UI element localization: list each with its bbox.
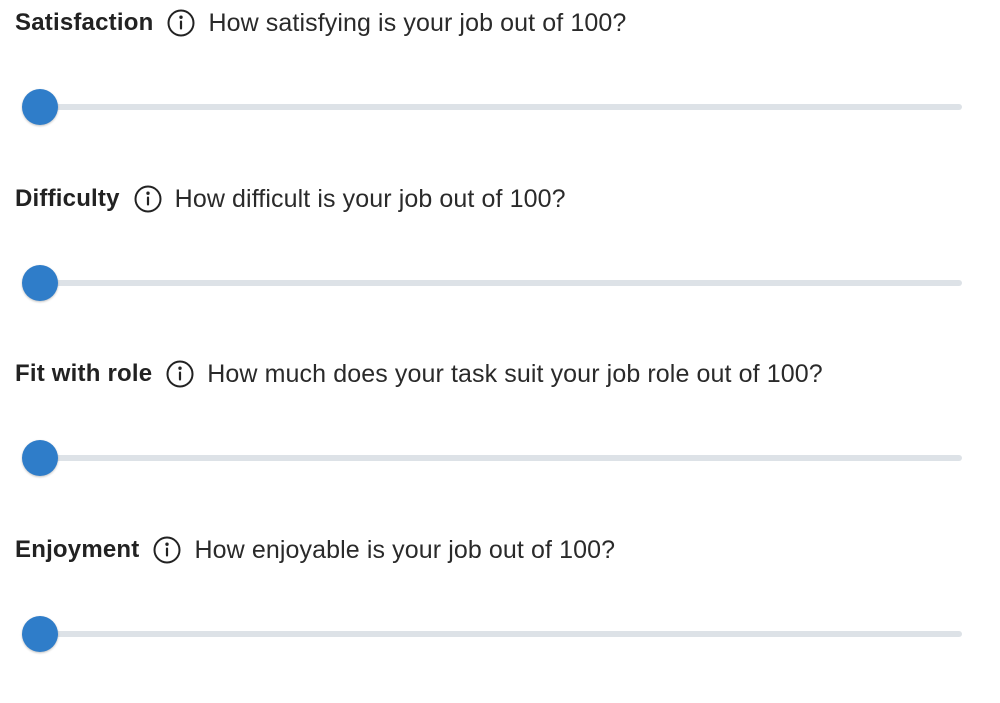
slider-thumb[interactable]: [22, 89, 58, 125]
question-title: Satisfaction: [15, 9, 154, 36]
question-title: Fit with role: [15, 360, 153, 387]
question-label-row: Difficulty How difficult is your job out…: [15, 182, 566, 216]
question-label-row: Fit with role How much does your task su…: [15, 357, 823, 391]
question-prompt: How much does your task suit your job ro…: [207, 359, 823, 388]
info-icon[interactable]: [133, 184, 163, 214]
question-difficulty: Difficulty How difficult is your job out…: [0, 176, 1000, 352]
slider-track[interactable]: [40, 280, 962, 286]
question-title: Enjoyment: [15, 536, 140, 563]
enjoyment-slider[interactable]: [22, 615, 962, 653]
slider-track[interactable]: [40, 104, 962, 110]
question-label-row: Satisfaction How satisfying is your job …: [15, 6, 626, 40]
info-icon[interactable]: [166, 8, 196, 38]
question-prompt: How enjoyable is your job out of 100?: [194, 535, 616, 564]
question-title: Difficulty: [15, 185, 120, 212]
question-prompt: How difficult is your job out of 100?: [174, 184, 566, 213]
slider-track[interactable]: [40, 631, 962, 637]
slider-track[interactable]: [40, 455, 962, 461]
question-prompt: How satisfying is your job out of 100?: [208, 8, 627, 37]
difficulty-slider[interactable]: [22, 264, 962, 302]
question-enjoyment: Enjoyment How enjoyable is your job out …: [0, 527, 1000, 703]
info-icon[interactable]: [152, 535, 182, 565]
slider-thumb[interactable]: [22, 616, 58, 652]
slider-thumb[interactable]: [22, 440, 58, 476]
question-satisfaction: Satisfaction How satisfying is your job …: [0, 0, 1000, 176]
question-label-row: Enjoyment How enjoyable is your job out …: [15, 533, 615, 567]
fit-with-role-slider[interactable]: [22, 439, 962, 477]
info-icon[interactable]: [165, 359, 195, 389]
satisfaction-slider[interactable]: [22, 88, 962, 126]
question-fit-with-role: Fit with role How much does your task su…: [0, 351, 1000, 527]
slider-thumb[interactable]: [22, 265, 58, 301]
